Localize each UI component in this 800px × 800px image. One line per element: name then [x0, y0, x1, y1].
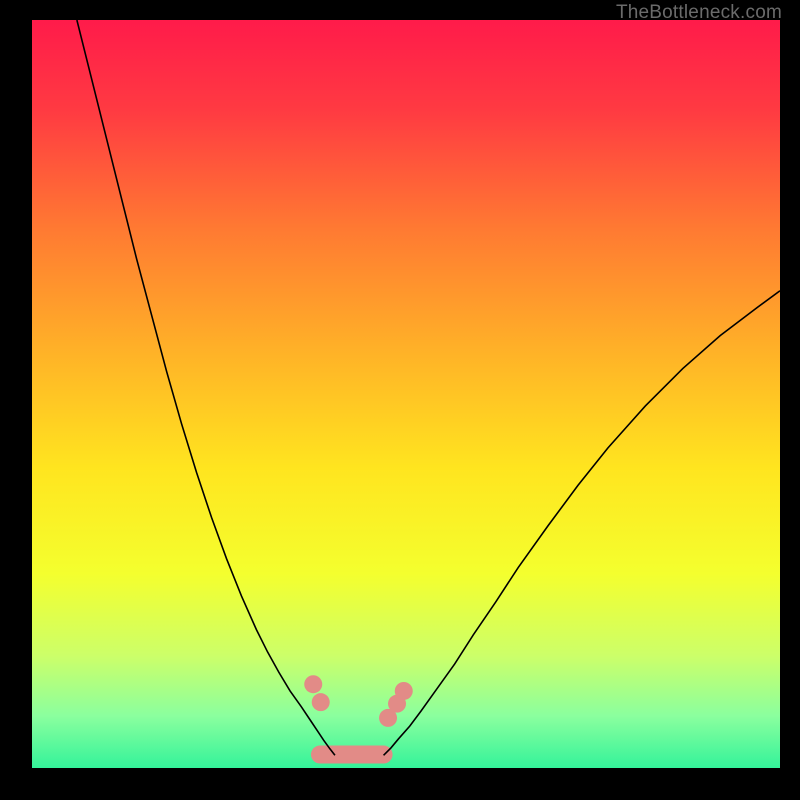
watermark-text: TheBottleneck.com [616, 2, 782, 24]
chart-svg [32, 20, 780, 768]
plot-area [32, 20, 780, 768]
chart-stage: TheBottleneck.com [0, 0, 800, 800]
chart-background [32, 20, 780, 768]
